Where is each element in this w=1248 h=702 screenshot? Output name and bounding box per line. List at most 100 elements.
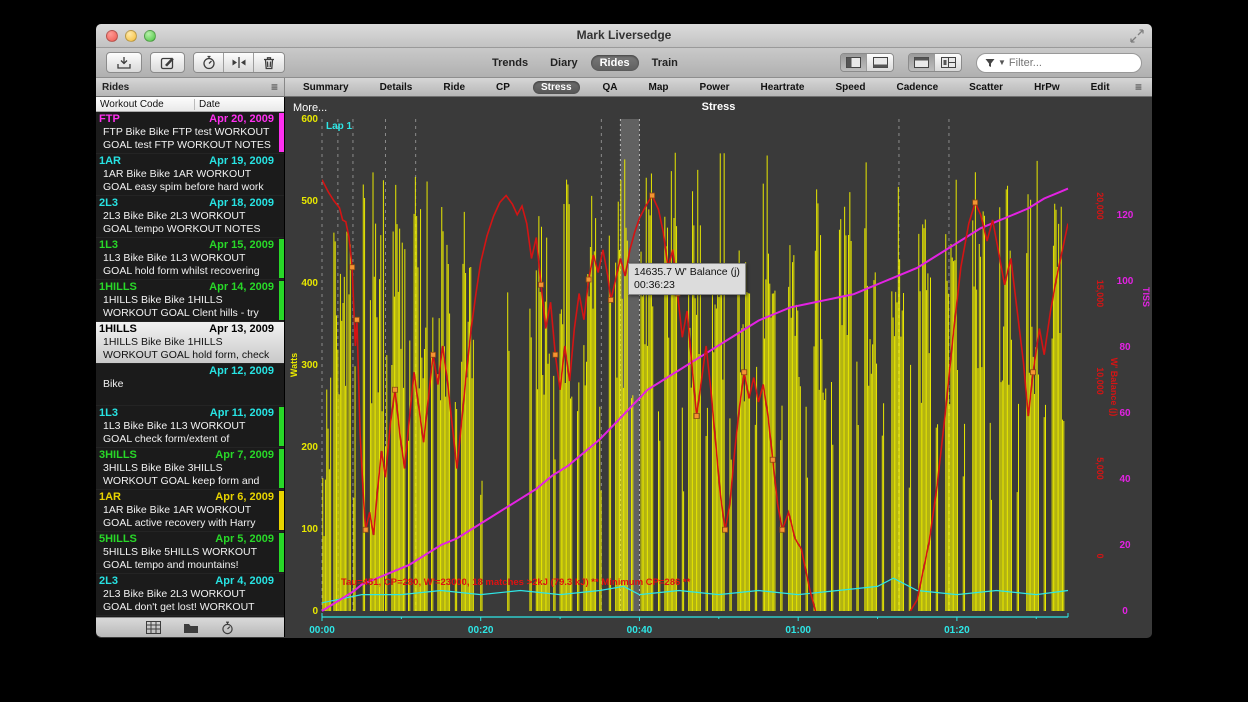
- ride-row[interactable]: 1L3Apr 15, 20091L3 Bike Bike 1L3 WORKOUT…: [96, 238, 284, 280]
- ride-color-bar: [279, 533, 284, 572]
- svg-text:60: 60: [1119, 408, 1131, 419]
- tab-stress[interactable]: Stress: [533, 81, 580, 94]
- svg-text:600: 600: [301, 114, 318, 125]
- edit-button[interactable]: [150, 52, 185, 73]
- ride-actions-group: [193, 52, 285, 73]
- sidebar-footer: [96, 617, 284, 637]
- ride-code: 1HILLS: [99, 323, 137, 336]
- ride-description: 1AR Bike Bike 1AR WORKOUT GOAL easy spim…: [99, 168, 271, 194]
- tab-hrpw[interactable]: HrPw: [1026, 81, 1068, 94]
- zoom-button[interactable]: [144, 30, 156, 42]
- view-toggles: [840, 53, 962, 72]
- scope-tab-train[interactable]: Train: [643, 55, 687, 71]
- download-icon: [116, 56, 132, 70]
- tab-power[interactable]: Power: [692, 81, 738, 94]
- column-workout-code[interactable]: Workout Code: [96, 99, 195, 110]
- sidebar-menu-icon[interactable]: ≡: [271, 82, 278, 92]
- tab-speed[interactable]: Speed: [827, 81, 873, 94]
- stopwatch-icon: [202, 55, 216, 70]
- ride-description: 1L3 Bike Bike 1L3 WORKOUT GOAL hold form…: [99, 252, 271, 278]
- bottom-panel-icon: [873, 57, 888, 68]
- ride-row[interactable]: 1HILLSApr 13, 20091HILLS Bike Bike 1HILL…: [96, 322, 284, 364]
- tab-map[interactable]: Map: [641, 81, 677, 94]
- svg-text:0: 0: [312, 606, 318, 617]
- tab-cp[interactable]: CP: [488, 81, 518, 94]
- scope-tab-diary[interactable]: Diary: [541, 55, 587, 71]
- folder-icon[interactable]: [183, 622, 199, 634]
- timer-button[interactable]: [194, 53, 224, 72]
- title-bar: Mark Liversedge: [96, 24, 1152, 48]
- minimize-button[interactable]: [125, 30, 137, 42]
- ride-row[interactable]: 1ARApr 6, 20091AR Bike Bike 1AR WORKOUT …: [96, 490, 284, 532]
- svg-text:W' Balance (j): W' Balance (j): [1109, 358, 1119, 417]
- tab-edit[interactable]: Edit: [1083, 81, 1118, 94]
- header-strip: Rides ≡ SummaryDetailsRideCPStressQAMapP…: [96, 78, 1152, 97]
- chart-tooltip: 14635.7 W' Balance (j) 00:36:23: [628, 263, 746, 295]
- split-button[interactable]: [224, 53, 254, 72]
- ride-row[interactable]: Apr 12, 2009Bike: [96, 364, 284, 406]
- scope-tab-trends[interactable]: Trends: [483, 55, 537, 71]
- fullscreen-icon[interactable]: [1130, 29, 1144, 43]
- ride-description: FTP Bike Bike FTP test WORKOUT GOAL test…: [99, 126, 271, 152]
- svg-text:20: 20: [1119, 540, 1131, 551]
- ride-color-bar: [279, 281, 284, 320]
- chart-title: Stress: [285, 101, 1152, 113]
- tiled-view-button[interactable]: [935, 54, 961, 71]
- ride-row[interactable]: 1L3Apr 11, 20091L3 Bike Bike 1L3 WORKOUT…: [96, 406, 284, 448]
- left-panel-icon: [846, 57, 861, 68]
- tab-ride[interactable]: Ride: [435, 81, 473, 94]
- ride-date: Apr 11, 2009: [210, 407, 276, 420]
- chart-menu-icon[interactable]: ≡: [1135, 80, 1142, 94]
- tab-cadence[interactable]: Cadence: [888, 81, 946, 94]
- tab-scatter[interactable]: Scatter: [961, 81, 1011, 94]
- tooltip-value: 14635.7 W' Balance (j): [634, 266, 740, 279]
- ride-description: 2L3 Bike Bike 2L3 WORKOUT GOAL don't get…: [99, 588, 271, 614]
- ride-row[interactable]: 2L3Apr 18, 20092L3 Bike Bike 2L3 WORKOUT…: [96, 196, 284, 238]
- table-icon[interactable]: [146, 621, 161, 634]
- ride-code: 2L3: [99, 575, 118, 588]
- svg-text:500: 500: [301, 196, 318, 207]
- ride-code: 1AR: [99, 155, 121, 168]
- svg-text:300: 300: [301, 360, 318, 371]
- close-button[interactable]: [106, 30, 118, 42]
- svg-text:100: 100: [1117, 276, 1134, 287]
- tab-heartrate[interactable]: Heartrate: [753, 81, 813, 94]
- svg-text:80: 80: [1119, 342, 1131, 353]
- filter-input[interactable]: [1009, 57, 1109, 69]
- tooltip-time: 00:36:23: [634, 279, 740, 292]
- ride-color-bar: [279, 449, 284, 488]
- ride-date: Apr 4, 2009: [215, 575, 276, 588]
- column-date[interactable]: Date: [195, 99, 220, 110]
- ride-row[interactable]: 1HILLSApr 14, 20091HILLS Bike Bike 1HILL…: [96, 280, 284, 322]
- ride-row[interactable]: 2L3 Apr 4, 20092L3 Bike Bike 2L3 WORKOUT …: [96, 574, 284, 616]
- ride-code: 1L3: [99, 407, 118, 420]
- ride-date: Apr 18, 2009: [209, 197, 276, 210]
- toggle-bottombar-button[interactable]: [867, 54, 893, 71]
- scope-tabs: TrendsDiaryRidesTrain: [483, 55, 687, 71]
- ride-color-bar: [279, 491, 284, 530]
- tab-qa[interactable]: QA: [595, 81, 626, 94]
- download-button[interactable]: [106, 52, 142, 73]
- stress-chart-canvas[interactable]: 0100200300400500600Watts00:0000:2000:400…: [285, 97, 1151, 637]
- ride-row[interactable]: 5HILLSApr 5, 20095HILLS Bike 5HILLS WORK…: [96, 532, 284, 574]
- filter-menu-caret-icon[interactable]: ▼: [998, 58, 1006, 67]
- ride-row[interactable]: 1ARApr 19, 20091AR Bike Bike 1AR WORKOUT…: [96, 154, 284, 196]
- filter-field[interactable]: ▼: [976, 53, 1142, 73]
- layout-toggle-group: [908, 53, 962, 72]
- svg-text:400: 400: [301, 278, 318, 289]
- ride-list-column-header[interactable]: Workout Code Date: [96, 97, 284, 112]
- ride-date: Apr 5, 2009: [215, 533, 276, 546]
- toggle-sidebar-button[interactable]: [841, 54, 867, 71]
- scope-tab-rides[interactable]: Rides: [591, 55, 639, 71]
- ride-row[interactable]: 3HILLSApr 7, 20093HILLS Bike Bike 3HILLS…: [96, 448, 284, 490]
- ride-list: FTPApr 20, 2009FTP Bike Bike FTP test WO…: [96, 112, 284, 617]
- ride-description: 1HILLS Bike Bike 1HILLS WORKOUT GOAL hol…: [99, 336, 271, 362]
- main-toolbar: TrendsDiaryRidesTrain: [96, 48, 1152, 78]
- ride-row[interactable]: FTPApr 20, 2009FTP Bike Bike FTP test WO…: [96, 112, 284, 154]
- single-view-button[interactable]: [909, 54, 935, 71]
- stopwatch-icon[interactable]: [221, 621, 234, 635]
- tab-summary[interactable]: Summary: [295, 81, 357, 94]
- delete-button[interactable]: [254, 53, 284, 72]
- tab-details[interactable]: Details: [372, 81, 421, 94]
- ride-date: Apr 6, 2009: [215, 491, 276, 504]
